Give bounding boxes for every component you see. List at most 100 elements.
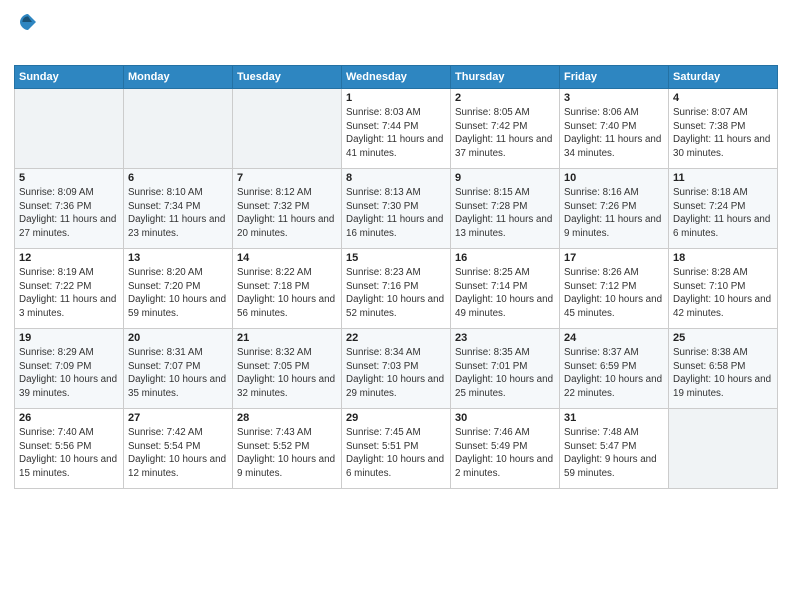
weekday-header-tuesday: Tuesday	[233, 65, 342, 88]
weekday-header-row: SundayMondayTuesdayWednesdayThursdayFrid…	[15, 65, 778, 88]
day-detail: Sunrise: 8:13 AM Sunset: 7:30 PM Dayligh…	[346, 186, 446, 241]
day-cell: 13Sunrise: 8:20 AM Sunset: 7:20 PM Dayli…	[124, 248, 233, 328]
day-detail: Sunrise: 8:35 AM Sunset: 7:01 PM Dayligh…	[455, 346, 555, 401]
day-cell: 16 Sunrise: 8:25 AM Sunset: 7:14 PM Dayli…	[451, 248, 560, 328]
day-number: 21	[237, 332, 337, 344]
day-number: 13	[128, 252, 228, 264]
logo	[14, 10, 40, 59]
day-detail: Sunrise: 8:23 AM Sunset: 7:16 PM Dayligh…	[346, 266, 446, 321]
day-number: 14	[237, 252, 337, 264]
day-cell: 17 Sunrise: 8:26 AM Sunset: 7:12 PM Dayli…	[560, 248, 669, 328]
day-cell: 28 Sunrise: 7:43 AM Sunset: 5:52 PM Dayli…	[233, 408, 342, 488]
calendar-table: SundayMondayTuesdayWednesdayThursdayFrid…	[14, 65, 778, 489]
day-number: 2	[455, 92, 555, 104]
day-cell: 1Sunrise: 8:03 AM Sunset: 7:44 PM Daylig…	[342, 88, 451, 168]
day-number: 25	[673, 332, 773, 344]
day-number: 15	[346, 252, 446, 264]
week-row-4: 19Sunrise: 8:29 AM Sunset: 7:09 PM Dayli…	[15, 328, 778, 408]
week-row-5: 26 Sunrise: 7:40 AM Sunset: 5:56 PM Dayli…	[15, 408, 778, 488]
day-number: 28	[237, 412, 337, 424]
weekday-header-thursday: Thursday	[451, 65, 560, 88]
day-detail: Sunrise: 8:28 AM Sunset: 7:10 PM Dayligh…	[673, 266, 773, 321]
day-detail: Sunrise: 8:09 AM Sunset: 7:36 PM Dayligh…	[19, 186, 119, 241]
day-number: 11	[673, 172, 773, 184]
day-cell: 8 Sunrise: 8:13 AM Sunset: 7:30 PM Daylig…	[342, 168, 451, 248]
week-row-3: 12 Sunrise: 8:19 AM Sunset: 7:22 PM Dayli…	[15, 248, 778, 328]
day-number: 26	[19, 412, 119, 424]
day-cell: 20Sunrise: 8:31 AM Sunset: 7:07 PM Dayli…	[124, 328, 233, 408]
day-number: 9	[455, 172, 555, 184]
day-detail: Sunrise: 7:40 AM Sunset: 5:56 PM Dayligh…	[19, 426, 119, 481]
day-cell: 23Sunrise: 8:35 AM Sunset: 7:01 PM Dayli…	[451, 328, 560, 408]
day-detail: Sunrise: 8:34 AM Sunset: 7:03 PM Dayligh…	[346, 346, 446, 401]
weekday-header-sunday: Sunday	[15, 65, 124, 88]
weekday-header-saturday: Saturday	[669, 65, 778, 88]
day-number: 4	[673, 92, 773, 104]
day-number: 16	[455, 252, 555, 264]
day-detail: Sunrise: 8:26 AM Sunset: 7:12 PM Dayligh…	[564, 266, 664, 321]
day-cell: 21 Sunrise: 8:32 AM Sunset: 7:05 PM Dayli…	[233, 328, 342, 408]
day-cell: 26 Sunrise: 7:40 AM Sunset: 5:56 PM Dayli…	[15, 408, 124, 488]
day-cell: 14 Sunrise: 8:22 AM Sunset: 7:18 PM Dayli…	[233, 248, 342, 328]
day-detail: Sunrise: 8:38 AM Sunset: 6:58 PM Dayligh…	[673, 346, 773, 401]
day-detail: Sunrise: 8:19 AM Sunset: 7:22 PM Dayligh…	[19, 266, 119, 321]
header	[14, 10, 778, 59]
day-detail: Sunrise: 8:37 AM Sunset: 6:59 PM Dayligh…	[564, 346, 664, 401]
day-detail: Sunrise: 8:10 AM Sunset: 7:34 PM Dayligh…	[128, 186, 228, 241]
day-cell: 5 Sunrise: 8:09 AM Sunset: 7:36 PM Daylig…	[15, 168, 124, 248]
day-number: 24	[564, 332, 664, 344]
day-number: 12	[19, 252, 119, 264]
day-number: 31	[564, 412, 664, 424]
day-number: 20	[128, 332, 228, 344]
day-cell: 18 Sunrise: 8:28 AM Sunset: 7:10 PM Dayli…	[669, 248, 778, 328]
day-detail: Sunrise: 8:07 AM Sunset: 7:38 PM Dayligh…	[673, 106, 773, 161]
week-row-2: 5 Sunrise: 8:09 AM Sunset: 7:36 PM Daylig…	[15, 168, 778, 248]
day-cell: 29Sunrise: 7:45 AM Sunset: 5:51 PM Dayli…	[342, 408, 451, 488]
week-row-1: 1Sunrise: 8:03 AM Sunset: 7:44 PM Daylig…	[15, 88, 778, 168]
day-cell	[233, 88, 342, 168]
day-detail: Sunrise: 7:42 AM Sunset: 5:54 PM Dayligh…	[128, 426, 228, 481]
day-cell: 25 Sunrise: 8:38 AM Sunset: 6:58 PM Dayli…	[669, 328, 778, 408]
day-detail: Sunrise: 8:12 AM Sunset: 7:32 PM Dayligh…	[237, 186, 337, 241]
day-detail: Sunrise: 8:25 AM Sunset: 7:14 PM Dayligh…	[455, 266, 555, 321]
day-detail: Sunrise: 8:18 AM Sunset: 7:24 PM Dayligh…	[673, 186, 773, 241]
day-cell: 6 Sunrise: 8:10 AM Sunset: 7:34 PM Daylig…	[124, 168, 233, 248]
day-cell: 22 Sunrise: 8:34 AM Sunset: 7:03 PM Dayli…	[342, 328, 451, 408]
day-number: 18	[673, 252, 773, 264]
day-number: 7	[237, 172, 337, 184]
weekday-header-friday: Friday	[560, 65, 669, 88]
day-number: 5	[19, 172, 119, 184]
day-number: 29	[346, 412, 446, 424]
day-number: 8	[346, 172, 446, 184]
calendar-page: SundayMondayTuesdayWednesdayThursdayFrid…	[0, 0, 792, 612]
day-detail: Sunrise: 7:48 AM Sunset: 5:47 PM Dayligh…	[564, 426, 664, 481]
day-number: 1	[346, 92, 446, 104]
logo-icon	[16, 10, 40, 34]
day-cell: 11 Sunrise: 8:18 AM Sunset: 7:24 PM Dayli…	[669, 168, 778, 248]
day-cell	[124, 88, 233, 168]
day-detail: Sunrise: 8:05 AM Sunset: 7:42 PM Dayligh…	[455, 106, 555, 161]
day-detail: Sunrise: 8:29 AM Sunset: 7:09 PM Dayligh…	[19, 346, 119, 401]
day-cell: 7 Sunrise: 8:12 AM Sunset: 7:32 PM Daylig…	[233, 168, 342, 248]
day-detail: Sunrise: 8:32 AM Sunset: 7:05 PM Dayligh…	[237, 346, 337, 401]
day-cell: 2 Sunrise: 8:05 AM Sunset: 7:42 PM Daylig…	[451, 88, 560, 168]
day-number: 22	[346, 332, 446, 344]
day-cell	[669, 408, 778, 488]
day-cell: 9Sunrise: 8:15 AM Sunset: 7:28 PM Daylig…	[451, 168, 560, 248]
day-number: 17	[564, 252, 664, 264]
day-detail: Sunrise: 7:46 AM Sunset: 5:49 PM Dayligh…	[455, 426, 555, 481]
day-cell: 30Sunrise: 7:46 AM Sunset: 5:49 PM Dayli…	[451, 408, 560, 488]
day-cell: 31 Sunrise: 7:48 AM Sunset: 5:47 PM Dayli…	[560, 408, 669, 488]
day-detail: Sunrise: 8:22 AM Sunset: 7:18 PM Dayligh…	[237, 266, 337, 321]
day-cell	[15, 88, 124, 168]
day-number: 3	[564, 92, 664, 104]
weekday-header-monday: Monday	[124, 65, 233, 88]
day-detail: Sunrise: 8:16 AM Sunset: 7:26 PM Dayligh…	[564, 186, 664, 241]
day-cell: 27Sunrise: 7:42 AM Sunset: 5:54 PM Dayli…	[124, 408, 233, 488]
day-cell: 3Sunrise: 8:06 AM Sunset: 7:40 PM Daylig…	[560, 88, 669, 168]
weekday-header-wednesday: Wednesday	[342, 65, 451, 88]
day-cell: 19Sunrise: 8:29 AM Sunset: 7:09 PM Dayli…	[15, 328, 124, 408]
day-number: 6	[128, 172, 228, 184]
day-detail: Sunrise: 7:43 AM Sunset: 5:52 PM Dayligh…	[237, 426, 337, 481]
day-cell: 12 Sunrise: 8:19 AM Sunset: 7:22 PM Dayli…	[15, 248, 124, 328]
